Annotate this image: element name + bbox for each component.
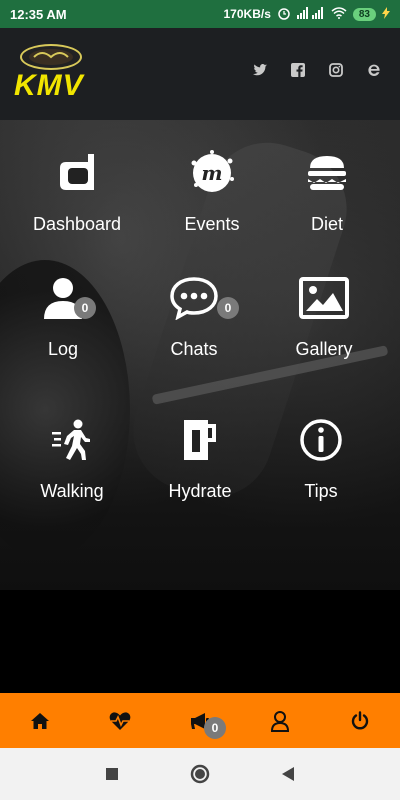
tile-tips[interactable]: Tips	[256, 415, 386, 535]
info-icon	[296, 415, 346, 465]
heart-rate-icon	[109, 711, 131, 730]
wifi-icon	[331, 6, 347, 22]
tile-log[interactable]: 0 Log	[0, 273, 128, 393]
walking-icon	[47, 415, 97, 465]
mug-icon	[175, 415, 225, 465]
facebook-icon[interactable]	[290, 62, 306, 78]
status-bar: 12:35 AM 170KB/s 83	[0, 0, 400, 28]
nav-announcements[interactable]: 0	[180, 701, 226, 741]
nav-profile[interactable]	[260, 701, 300, 741]
nav-home[interactable]	[20, 701, 60, 741]
tile-label: Chats	[170, 339, 218, 359]
user-icon: 0	[38, 273, 96, 323]
triangle-back-icon	[282, 767, 294, 781]
power-icon	[351, 710, 369, 729]
circle-icon	[190, 764, 210, 784]
app-header: KMV	[0, 28, 400, 120]
network-speed: 170KB/s	[223, 7, 271, 21]
tile-label: Log	[47, 339, 79, 359]
burger-icon	[302, 148, 352, 198]
tile-label: Tips	[304, 481, 338, 501]
tile-chats[interactable]: 0 Chats	[129, 273, 259, 393]
home-button[interactable]	[188, 762, 212, 786]
tile-diet[interactable]: Diet	[262, 148, 392, 268]
tile-gallery[interactable]: Gallery	[259, 273, 389, 393]
status-time: 12:35 AM	[10, 6, 67, 22]
announcements-count-badge: 0	[204, 716, 226, 739]
tile-events[interactable]: m Events	[147, 148, 277, 268]
tile-label: Events	[184, 214, 240, 234]
chat-icon: 0	[169, 273, 239, 323]
log-count-badge: 0	[74, 297, 96, 319]
nav-heart-rate[interactable]	[100, 701, 140, 741]
tile-label: Dashboard	[32, 214, 122, 234]
twitter-icon[interactable]	[252, 62, 268, 78]
social-links	[252, 62, 382, 78]
instagram-icon[interactable]	[328, 62, 344, 78]
web-icon[interactable]	[366, 62, 382, 78]
signal-icon	[296, 6, 325, 22]
profile-icon	[270, 710, 290, 732]
svg-text:m: m	[201, 161, 222, 185]
nav-logout[interactable]	[340, 701, 380, 741]
battery-level: 83	[352, 7, 376, 21]
logo-text: KMV	[14, 69, 84, 102]
recents-button[interactable]	[100, 762, 124, 786]
system-nav-bar	[0, 748, 400, 800]
charging-icon	[382, 6, 390, 22]
menu-grid: Dashboard m Events Diet 0 Log 0 Chats Ga…	[0, 120, 400, 520]
dashboard-icon	[52, 148, 102, 198]
image-icon	[299, 273, 349, 323]
tile-hydrate[interactable]: Hydrate	[135, 415, 265, 535]
events-icon: m	[187, 148, 237, 198]
tile-label: Walking	[40, 481, 104, 501]
app-logo: KMV	[14, 44, 88, 104]
alarm-icon	[277, 6, 291, 23]
chats-count-badge: 0	[217, 297, 239, 319]
home-icon	[31, 712, 49, 729]
bottom-nav: 0	[0, 693, 400, 748]
back-button[interactable]	[276, 762, 300, 786]
tile-label: Gallery	[295, 339, 353, 359]
logo-badge	[20, 44, 82, 70]
tile-dashboard[interactable]: Dashboard	[12, 148, 142, 268]
status-right: 170KB/s 83	[223, 6, 390, 23]
tile-label: Diet	[310, 214, 343, 234]
square-icon	[106, 768, 118, 780]
tile-label: Hydrate	[168, 481, 232, 501]
tile-walking[interactable]: Walking	[7, 415, 137, 535]
